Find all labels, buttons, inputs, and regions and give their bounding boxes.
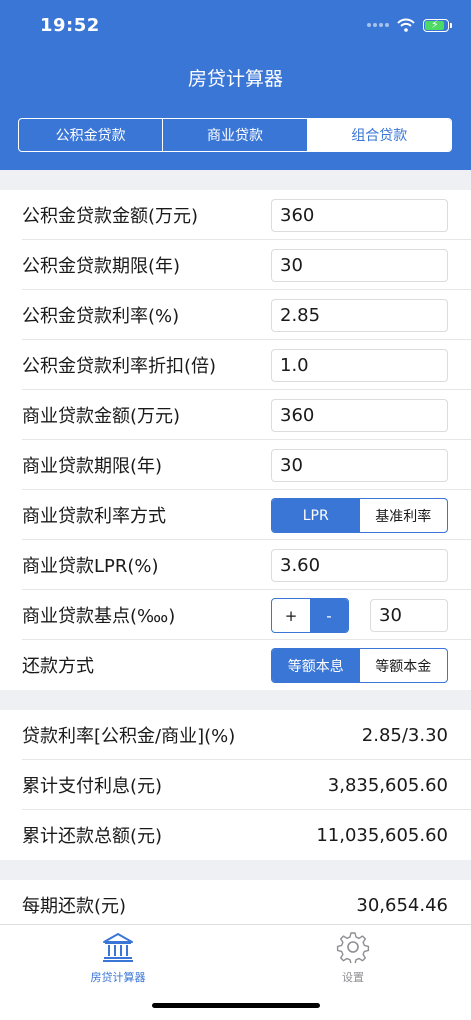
row-biz-years: 商业贷款期限(年) 30 [0, 440, 471, 490]
rate-mode-lpr-option[interactable]: LPR [272, 499, 360, 532]
bank-icon [103, 933, 133, 962]
signal-icon [367, 23, 389, 27]
status-bar: 19:52 ⚡ [0, 0, 471, 52]
section-gap [0, 690, 471, 710]
result-total-value: 11,035,605.60 [316, 824, 448, 846]
row-fund-rate: 公积金贷款利率(%) 2.85 [0, 290, 471, 340]
battery-icon: ⚡ [423, 18, 452, 32]
result-interest-value: 3,835,605.60 [327, 774, 448, 796]
basis-minus-button[interactable]: - [310, 599, 348, 632]
row-biz-basis: 商业贷款基点(‱) + - 30 [0, 590, 471, 640]
basis-plus-button[interactable]: + [272, 599, 310, 632]
tab-settings[interactable]: 设置 [293, 931, 413, 985]
row-biz-rate-mode: 商业贷款利率方式 LPR 基准利率 [0, 490, 471, 540]
gear-icon [336, 932, 370, 965]
segment-fund-loan[interactable]: 公积金贷款 [19, 119, 164, 151]
repay-equal-installment-option[interactable]: 等额本息 [272, 649, 360, 682]
segment-business-loan[interactable]: 商业贷款 [163, 119, 308, 151]
tab-calculator-label: 房贷计算器 [90, 971, 146, 984]
row-result-total: 累计还款总额(元) 11,035,605.60 [0, 810, 471, 860]
repay-equal-principal-option[interactable]: 等额本金 [360, 649, 448, 682]
repay-mode-toggle: 等额本息 等额本金 [271, 648, 448, 683]
tab-settings-label: 设置 [342, 971, 364, 984]
biz-amount-input[interactable]: 360 [271, 399, 448, 432]
loan-form: 公积金贷款金额(万元) 360 公积金贷款期限(年) 30 公积金贷款利率(%)… [0, 170, 471, 930]
biz-years-input[interactable]: 30 [271, 449, 448, 482]
row-repay-mode: 还款方式 等额本息 等额本金 [0, 640, 471, 690]
row-result-rate: 贷款利率[公积金/商业](%) 2.85/3.30 [0, 710, 471, 760]
fund-years-input[interactable]: 30 [271, 249, 448, 282]
segment-combined-loan[interactable]: 组合贷款 [307, 119, 451, 151]
status-time: 19:52 [40, 15, 100, 36]
status-icons: ⚡ [367, 18, 452, 32]
row-fund-years: 公积金贷款期限(年) 30 [0, 240, 471, 290]
row-fund-discount: 公积金贷款利率折扣(倍) 1.0 [0, 340, 471, 390]
loan-type-segment: 公积金贷款 商业贷款 组合贷款 [18, 118, 452, 152]
result-rate-value: 2.85/3.30 [361, 724, 448, 746]
page-title: 房贷计算器 [187, 68, 283, 90]
fund-amount-input[interactable]: 360 [271, 199, 448, 232]
result-monthly-value: 30,654.46 [356, 894, 448, 916]
basis-points-input[interactable]: 30 [370, 599, 448, 632]
row-fund-amount: 公积金贷款金额(万元) 360 [0, 190, 471, 240]
section-gap [0, 860, 471, 880]
row-biz-lpr: 商业贷款LPR(%) 3.60 [0, 540, 471, 590]
biz-rate-mode-toggle: LPR 基准利率 [271, 498, 448, 533]
section-gap [0, 170, 471, 190]
fund-rate-input[interactable]: 2.85 [271, 299, 448, 332]
fund-discount-input[interactable]: 1.0 [271, 349, 448, 382]
row-biz-amount: 商业贷款金额(万元) 360 [0, 390, 471, 440]
biz-lpr-input[interactable]: 3.60 [271, 549, 448, 582]
row-result-monthly: 每期还款(元) 30,654.46 [0, 880, 471, 930]
tab-calculator[interactable]: 房贷计算器 [58, 931, 178, 985]
basis-sign-toggle: + - [271, 598, 349, 633]
header: 19:52 ⚡ 房贷计算器 公积金贷款 商业贷款 组合贷款 [0, 0, 471, 170]
wifi-icon [397, 18, 415, 32]
row-result-interest: 累计支付利息(元) 3,835,605.60 [0, 760, 471, 810]
rate-mode-base-option[interactable]: 基准利率 [360, 499, 448, 532]
home-indicator [152, 1003, 320, 1008]
